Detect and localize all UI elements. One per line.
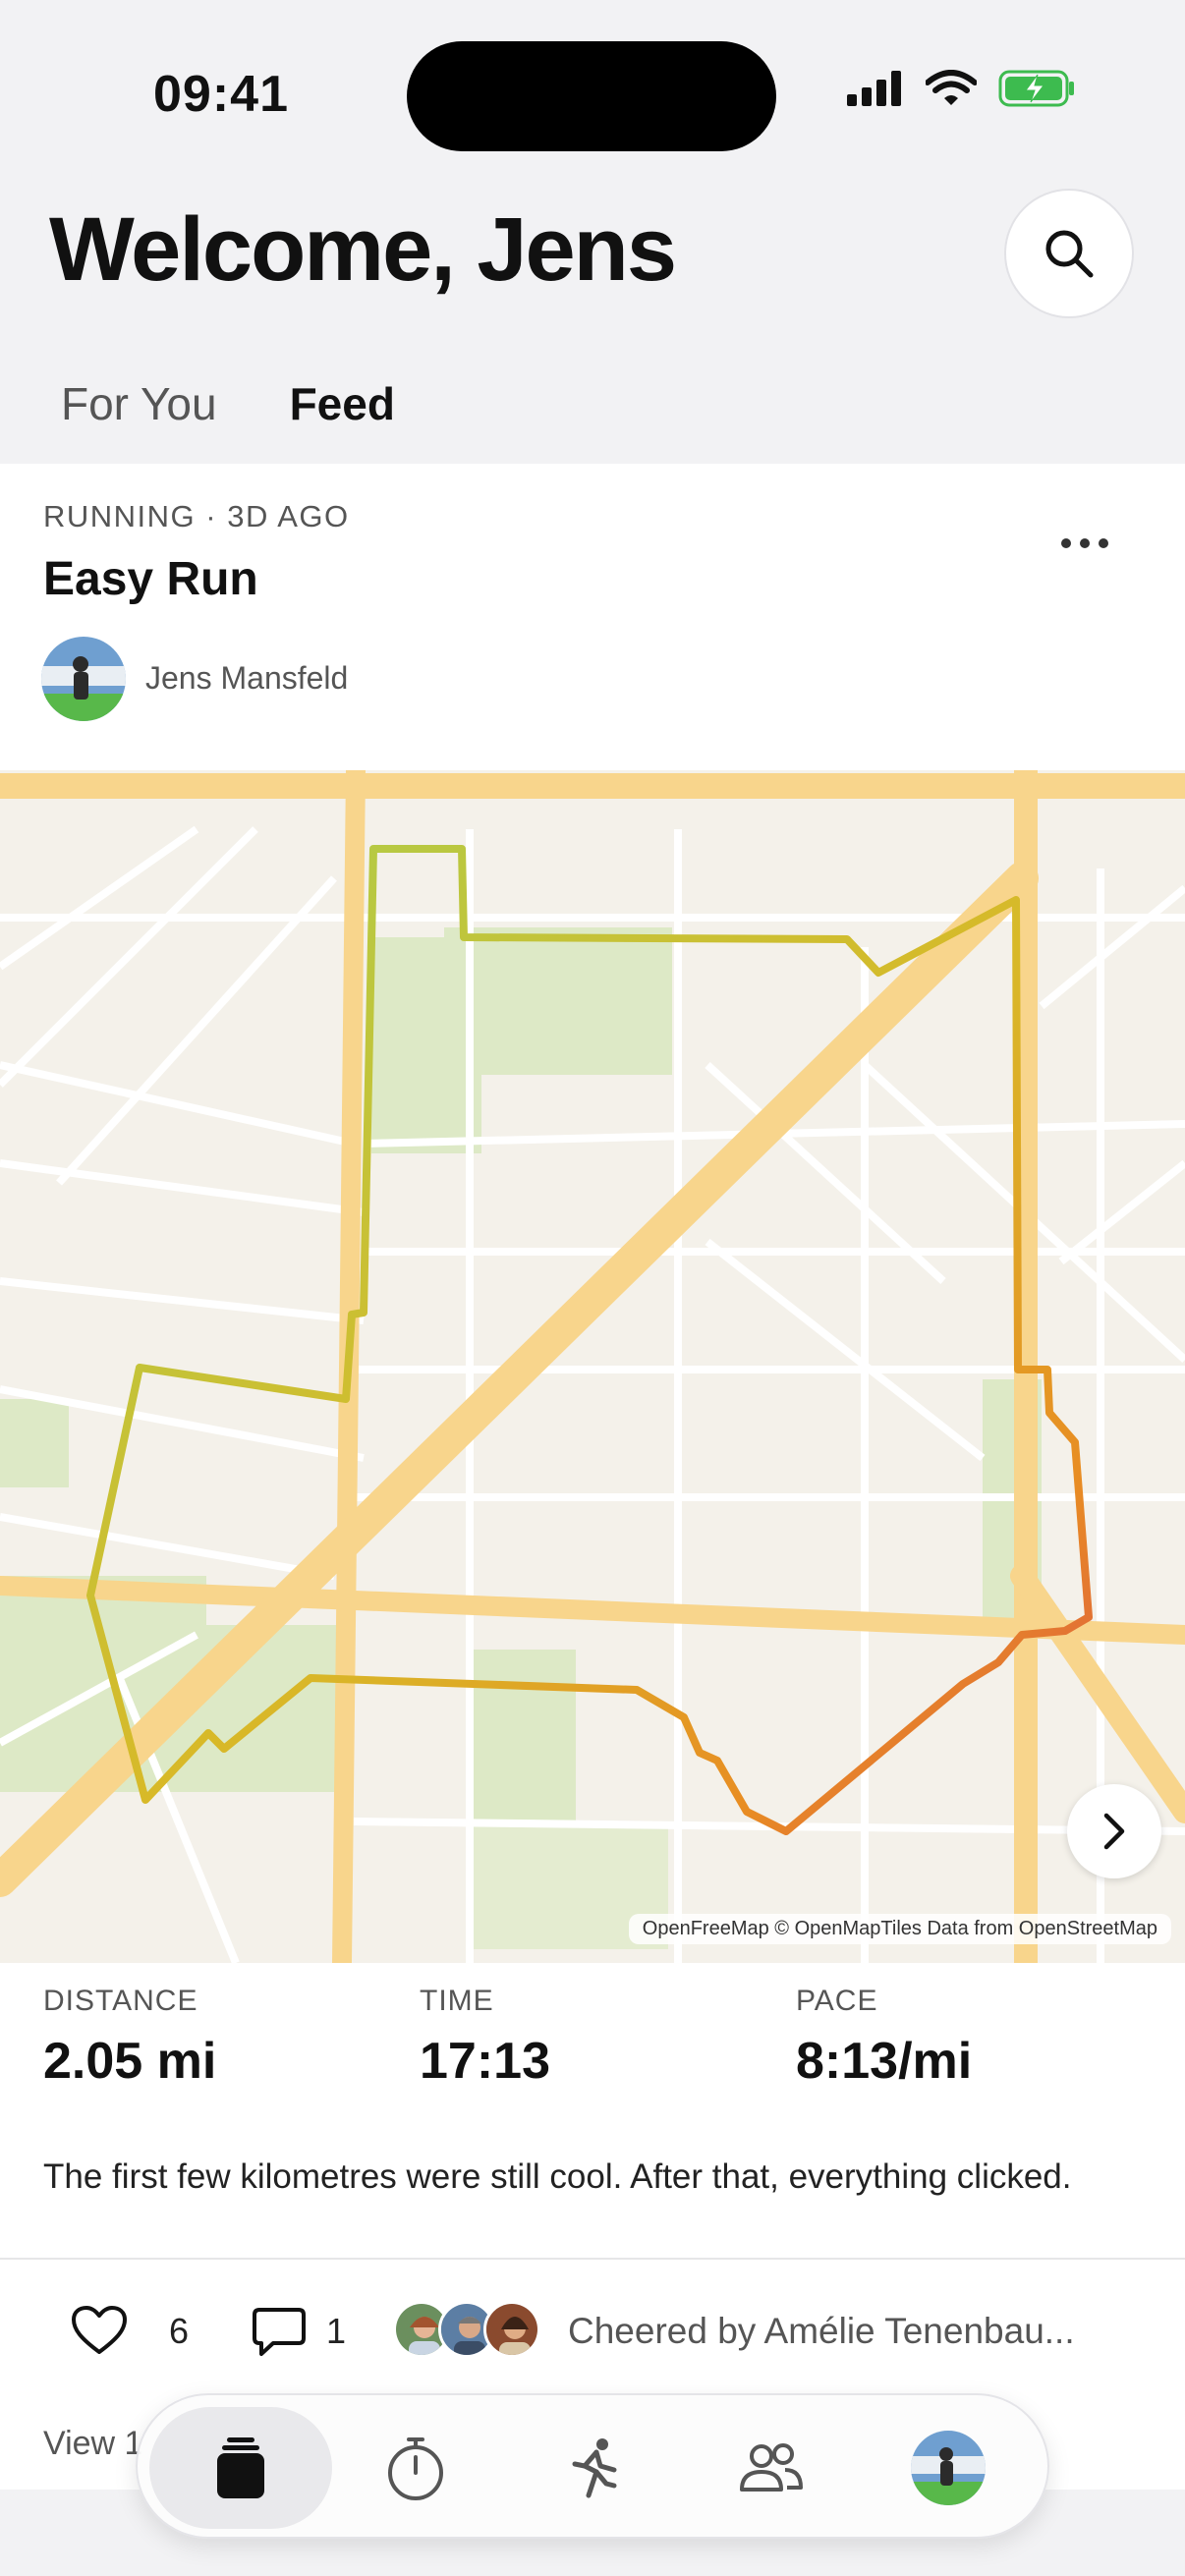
stat-value: 8:13/mi [796, 2033, 973, 2090]
activity-title: Easy Run [43, 553, 258, 605]
nav-feed[interactable] [149, 2407, 332, 2529]
activity-actions: 6 1 Cheered by Amélie Tenenbau... [0, 2281, 1185, 2380]
feed-icon [217, 2437, 264, 2498]
stat-pace: PACE 8:13/mi [796, 1985, 972, 2091]
page-title: Welcome, Jens [49, 199, 677, 300]
map-attribution[interactable]: OpenFreeMap © OpenMapTiles Data from Ope… [628, 1914, 1171, 1944]
stat-label: TIME [420, 1985, 494, 2017]
stat-distance: DISTANCE 2.05 mi [43, 1985, 216, 2091]
battery-charging-icon [998, 70, 1074, 107]
like-count: 6 [169, 2311, 190, 2351]
search-icon [1045, 230, 1094, 278]
tab-for-you[interactable]: For You [61, 377, 217, 430]
stat-label: DISTANCE [43, 1985, 198, 2017]
view-comments-link[interactable]: View 1 [43, 2425, 142, 2463]
nav-timer[interactable] [324, 2407, 507, 2529]
cheered-by-text[interactable]: Cheered by Amélie Tenenbau... [568, 2311, 1075, 2352]
nav-profile[interactable] [857, 2407, 1040, 2529]
nav-run[interactable] [503, 2407, 686, 2529]
activity-description: The first few kilometres were still cool… [43, 2157, 1072, 2196]
stat-value: 17:13 [420, 2033, 550, 2090]
cellular-signal-icon [847, 71, 901, 106]
timer-icon [388, 2437, 443, 2500]
nav-friends[interactable] [680, 2407, 863, 2529]
status-bar: 09:41 [0, 0, 1185, 167]
avatar [483, 2301, 540, 2358]
friends-icon [740, 2443, 803, 2492]
stat-label: PACE [796, 1985, 878, 2017]
author-avatar[interactable] [41, 637, 126, 721]
divider [0, 2258, 1185, 2260]
more-dot-icon [1080, 538, 1090, 548]
run-icon [572, 2438, 617, 2498]
map-next-button[interactable] [1067, 1784, 1161, 1878]
cheer-avatars[interactable] [393, 2301, 540, 2360]
stat-value: 2.05 mi [43, 2033, 217, 2090]
status-time: 09:41 [153, 66, 289, 123]
bottom-nav [136, 2393, 1049, 2539]
activity-meta: RUNNING · 3D AGO [43, 499, 350, 533]
heart-icon[interactable] [71, 2305, 128, 2356]
more-dot-icon [1061, 538, 1071, 548]
author-name: Jens Mansfeld [145, 660, 349, 696]
wifi-icon [926, 70, 977, 105]
route-map[interactable] [0, 770, 1185, 1963]
more-options-button[interactable] [1055, 529, 1114, 558]
chevron-right-icon [1103, 1813, 1125, 1850]
status-icons [847, 69, 1077, 108]
comment-count: 1 [326, 2311, 347, 2351]
search-button[interactable] [1004, 189, 1134, 318]
more-dot-icon [1099, 538, 1108, 548]
stat-time: TIME 17:13 [420, 1985, 550, 2091]
tab-bar: For You Feed [61, 377, 395, 430]
activity-card[interactable]: RUNNING · 3D AGO Easy Run Jens Mansfeld [0, 464, 1185, 2490]
tab-feed[interactable]: Feed [290, 377, 395, 430]
dynamic-island [407, 41, 776, 151]
profile-avatar [911, 2431, 986, 2505]
comment-icon[interactable] [252, 2307, 307, 2358]
